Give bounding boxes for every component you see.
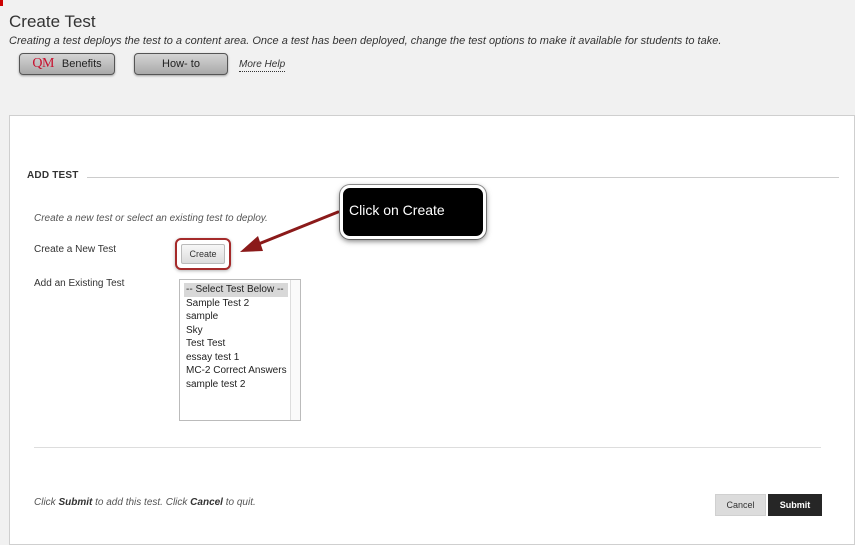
section-divider	[87, 177, 839, 178]
page-description: Creating a test deploys the test to a co…	[9, 35, 722, 47]
test-option[interactable]: Sample Test 2	[184, 297, 288, 311]
cancel-button[interactable]: Cancel	[715, 494, 766, 516]
benefits-button[interactable]: QM Benefits	[19, 53, 115, 75]
content-panel	[9, 115, 855, 545]
test-option[interactable]: -- Select Test Below --	[184, 283, 288, 297]
create-new-test-label: Create a New Test	[34, 244, 117, 255]
instructions: Create a new test or select an existing …	[34, 213, 268, 224]
test-option[interactable]: essay test 1	[184, 351, 288, 365]
qm-logo-icon: QM	[32, 56, 54, 71]
footer-cancel-word: Cancel	[190, 497, 223, 508]
benefits-label: Benefits	[61, 58, 102, 70]
test-list: -- Select Test Below -- Sample Test 2 sa…	[180, 280, 300, 391]
footer-text-suffix: to quit.	[222, 497, 256, 508]
listbox-scrollbar[interactable]	[290, 280, 300, 420]
create-button-highlight: Create	[175, 238, 231, 270]
footer-submit-word: Submit	[58, 497, 93, 508]
test-option[interactable]: Test Test	[184, 337, 288, 351]
test-option[interactable]: MC-2 Correct Answers	[184, 364, 288, 378]
existing-test-listbox[interactable]: -- Select Test Below -- Sample Test 2 sa…	[179, 279, 301, 421]
test-option[interactable]: sample	[184, 310, 288, 324]
create-button[interactable]: Create	[181, 244, 225, 264]
footer-text-middle: to add this test. Click	[92, 497, 191, 508]
test-option[interactable]: Sky	[184, 324, 288, 338]
footer-instructions: Click Submit to add this test. Click Can…	[34, 497, 256, 508]
callout-text: Click on Create	[349, 202, 445, 218]
howto-button[interactable]: How- to	[134, 53, 228, 75]
howto-label: How- to	[162, 58, 200, 70]
section-title: ADD TEST	[27, 170, 79, 181]
add-existing-test-label: Add an Existing Test	[34, 278, 125, 289]
more-help-link[interactable]: More Help	[239, 59, 286, 72]
form-divider	[34, 447, 821, 448]
footer-text-prefix: Click	[34, 497, 59, 508]
submit-button[interactable]: Submit	[768, 494, 822, 516]
annotation-callout: Click on Create	[340, 185, 486, 239]
page-title: Create Test	[9, 12, 96, 31]
corner-mark	[0, 0, 3, 6]
test-option[interactable]: sample test 2	[184, 378, 288, 392]
